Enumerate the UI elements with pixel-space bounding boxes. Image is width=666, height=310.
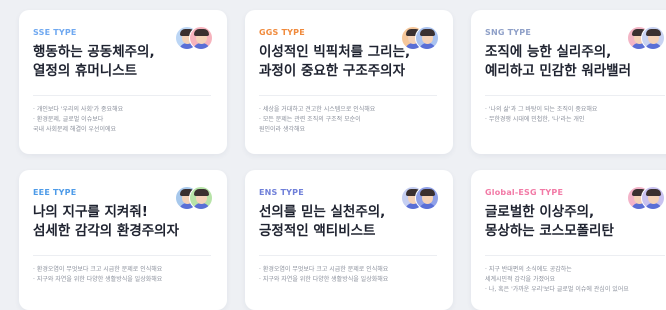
type-description: · '나의 삶'과 그 바탕이 되는 조직이 중요해요 · 무한경쟁 시대에 민… [485, 105, 665, 125]
description-line: · 환경오염이 무엇보다 크고 시급한 문제로 인식해요 [33, 266, 163, 273]
description-line: · 세상을 거대하고 견고한 시스템으로 인식해요 [259, 106, 376, 113]
character-avatars [175, 186, 213, 212]
description-line: · '나의 삶'과 그 바탕이 되는 조직이 중요해요 [485, 106, 598, 113]
description-line: 원인이라 생각해요 [259, 126, 306, 133]
type-card-sse[interactable]: SSE TYPE 행동하는 공동체주의, 열정의 휴머니스트 · 개인보다 '우… [19, 10, 227, 154]
type-card-ens[interactable]: ENS TYPE 선의를 믿는 실천주의, 긍정적인 액티비스트 · 환경오염이… [245, 170, 453, 310]
description-line: · 지구와 자연을 위한 다양한 생활방식을 일상화해요 [259, 276, 389, 283]
type-description: · 지구 반대편의 소식에도 공감하는 세계시민적 감각을 가졌어요 · 나, … [485, 265, 665, 295]
divider [259, 95, 437, 96]
character-avatars [627, 186, 665, 212]
character-avatar-icon [189, 26, 213, 50]
character-avatars [401, 186, 439, 212]
type-description: · 개인보다 '우리의 사회'가 중요해요 · 환경문제, 글로벌 이슈보다 국… [33, 105, 211, 135]
character-avatar-icon [641, 26, 665, 50]
type-description: · 환경오염이 무엇보다 크고 시급한 문제로 인식해요 · 지구와 자연을 위… [33, 265, 211, 285]
description-line: · 지구 반대편의 소식에도 공감하는 [485, 266, 572, 273]
type-description: · 환경오염이 무엇보다 크고 시급한 문제로 인식해요 · 지구와 자연을 위… [259, 265, 437, 285]
description-line: · 지구와 자연을 위한 다양한 생활방식을 일상화해요 [33, 276, 163, 283]
type-card-sng[interactable]: SNG TYPE 조직에 능한 실리주의, 예리하고 민감한 워라밸러 · '나… [471, 10, 666, 154]
type-title-line-2: 예리하고 민감한 워라밸러 [485, 63, 632, 79]
type-card-grid: SSE TYPE 행동하는 공동체주의, 열정의 휴머니스트 · 개인보다 '우… [0, 0, 666, 310]
character-avatar-icon [415, 186, 439, 210]
description-line: · 개인보다 '우리의 사회'가 중요해요 [33, 106, 124, 113]
character-avatars [627, 26, 665, 52]
type-title-line-2: 열정의 휴머니스트 [33, 63, 138, 79]
divider [485, 95, 665, 96]
character-avatar-icon [189, 186, 213, 210]
description-line: · 환경문제, 글로벌 이슈보다 [33, 116, 104, 123]
divider [33, 95, 211, 96]
character-avatars [401, 26, 439, 52]
description-line: · 나, 혹은 '가까운 우리'보다 글로벌 이슈에 관심이 있어요 [485, 286, 629, 293]
type-card-global-esg[interactable]: Global-ESG TYPE 글로벌한 이상주의, 몽상하는 코스모폴리탄 ·… [471, 170, 666, 310]
type-title-line-2: 몽상하는 코스모폴리탄 [485, 223, 614, 239]
character-avatars [175, 26, 213, 52]
divider [33, 255, 211, 256]
type-title-line-2: 과정이 중요한 구조주의자 [259, 63, 406, 79]
description-line: · 모든 문제는 관련 조직의 구조적 모순이 [259, 116, 361, 123]
description-line: · 무한경쟁 시대에 민첩한, '나'라는 개인 [485, 116, 585, 123]
divider [259, 255, 437, 256]
character-avatar-icon [415, 26, 439, 50]
description-line: 국내 사회문제 해결이 우선이에요 [33, 126, 117, 133]
description-line: · 환경오염이 무엇보다 크고 시급한 문제로 인식해요 [259, 266, 389, 273]
type-title-line-2: 섬세한 감각의 환경주의자 [33, 223, 180, 239]
description-line: 세계시민적 감각을 가졌어요 [485, 276, 556, 283]
type-card-eee[interactable]: EEE TYPE 나의 지구를 지켜줘! 섬세한 감각의 환경주의자 · 환경오… [19, 170, 227, 310]
character-avatar-icon [641, 186, 665, 210]
type-card-ggs[interactable]: GGS TYPE 이성적인 빅픽처를 그리는, 과정이 중요한 구조주의자 · … [245, 10, 453, 154]
type-title-line-2: 긍정적인 액티비스트 [259, 223, 376, 239]
divider [485, 255, 665, 256]
type-description: · 세상을 거대하고 견고한 시스템으로 인식해요 · 모든 문제는 관련 조직… [259, 105, 437, 135]
